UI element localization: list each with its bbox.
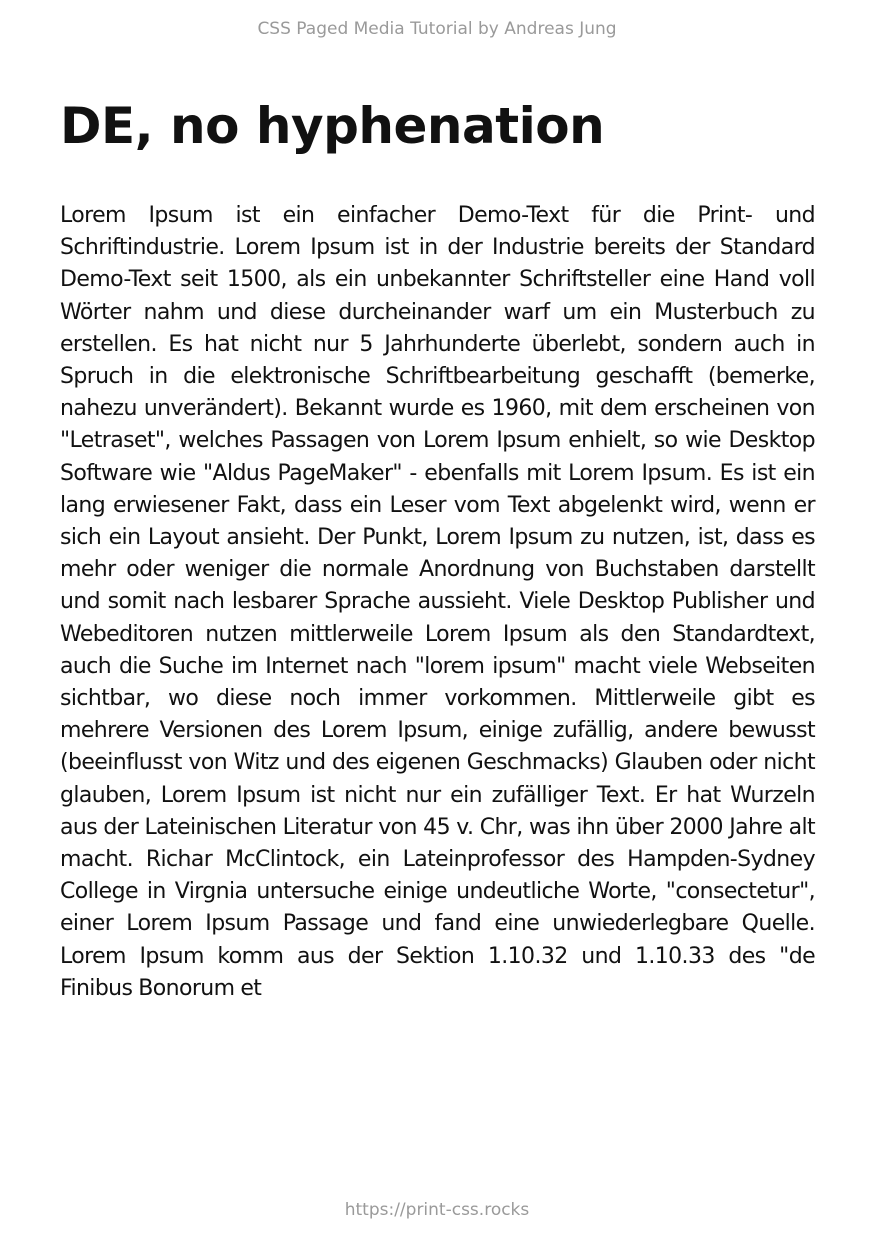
page-title: DE, no hyphenation bbox=[60, 97, 605, 155]
body-paragraph: Lorem Ipsum ist ein einfacher Demo-Text … bbox=[60, 203, 816, 1001]
page-footer-url: https://print-css.rocks bbox=[344, 1200, 530, 1220]
page-header: CSS Paged Media Tutorial by Andreas Jung bbox=[257, 19, 617, 39]
